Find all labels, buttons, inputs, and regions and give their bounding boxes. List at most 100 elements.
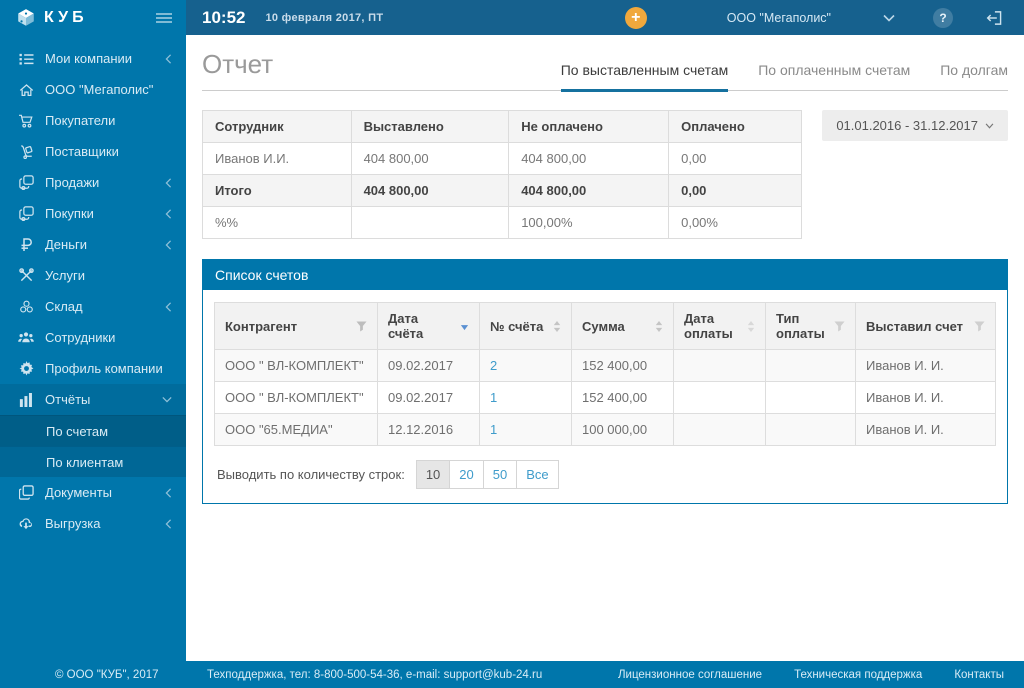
rows-option-10[interactable]: 10 — [415, 460, 451, 489]
sort-icon[interactable] — [547, 320, 561, 332]
invoice-row: ООО "65.МЕДИА" 12.12.2016 1 100 000,00 И… — [214, 413, 996, 446]
cell — [350, 206, 510, 239]
chevron-down-icon[interactable] — [883, 14, 895, 22]
add-button[interactable]: + — [624, 6, 647, 29]
chevron-left-icon — [165, 518, 172, 529]
sidebar-item-company-home[interactable]: ООО "Мегаполис" — [0, 74, 186, 105]
list-icon — [16, 52, 36, 66]
sidebar-item-services[interactable]: Услуги — [0, 260, 186, 291]
cell: 404 800,00 — [508, 174, 670, 207]
chevron-down-icon — [162, 396, 172, 403]
company-selector[interactable]: ООО "Мегаполис" — [727, 11, 831, 25]
app-window: КУБ Мои компании ООО "Мегаполис" Покупат… — [0, 0, 1024, 688]
cell: 100,00% — [508, 206, 670, 239]
main-content: Отчет По выставленным счетам По оплаченн… — [186, 35, 1024, 661]
sidebar-item-label: Документы — [45, 485, 113, 500]
summary-section: Сотрудник Выставлено Не оплачено Оплачен… — [202, 110, 1008, 239]
rows-option-20[interactable]: 20 — [449, 460, 484, 489]
col-header-invoice-number[interactable]: № счёта — [479, 302, 572, 350]
contractor-cell: ООО " ВЛ-КОМПЛЕКТ" — [214, 349, 378, 382]
issuer-cell: Иванов И. И. — [855, 349, 996, 382]
sum-cell: 152 400,00 — [571, 381, 674, 414]
pay-type-cell — [765, 349, 856, 382]
cell: 0,00 — [668, 174, 802, 207]
license-agreement-link[interactable]: Лицензионное соглашение — [618, 669, 762, 681]
sidebar-item-my-companies[interactable]: Мои компании — [0, 43, 186, 74]
hamburger-icon[interactable] — [156, 12, 172, 23]
logout-icon[interactable] — [985, 10, 1002, 26]
sidebar-item-label: Покупатели — [45, 113, 116, 128]
filter-icon[interactable] — [350, 320, 367, 332]
rows-option-50[interactable]: 50 — [482, 460, 518, 489]
sidebar-item-label: Покупки — [45, 206, 94, 221]
cell: Иванов И.И. — [202, 142, 352, 175]
support-text: Техподдержка, тел: 8-800-500-54-36, e-ma… — [207, 668, 543, 681]
tab-issued-invoices[interactable]: По выставленным счетам — [560, 62, 729, 92]
sidebar-item-label: Услуги — [45, 268, 85, 283]
sidebar-item-purchases[interactable]: Покупки — [0, 198, 186, 229]
col-header-employee: Сотрудник — [202, 110, 352, 143]
col-header-label: Сумма — [582, 318, 625, 334]
help-icon[interactable]: ? — [933, 7, 953, 28]
sidebar-item-employees[interactable]: Сотрудники — [0, 322, 186, 353]
invoice-number-link[interactable]: 1 — [490, 422, 497, 437]
sidebar-item-label: Поставщики — [45, 144, 119, 159]
invoice-number-link[interactable]: 2 — [490, 358, 497, 373]
sidebar-subitem-label: По клиентам — [46, 454, 124, 470]
rows-per-page-options: 10 20 50 Все — [415, 460, 559, 489]
sidebar-item-money[interactable]: Деньги — [0, 229, 186, 260]
cell: 404 800,00 — [508, 142, 670, 175]
rows-option-all[interactable]: Все — [516, 460, 559, 489]
col-header-invoice-date[interactable]: Дата счёта — [377, 302, 480, 350]
invoice-number-cell: 1 — [479, 381, 572, 414]
invoice-number-link[interactable]: 1 — [490, 390, 497, 405]
sidebar-item-sales[interactable]: Продажи — [0, 167, 186, 198]
col-header-contractor[interactable]: Контрагент — [214, 302, 378, 350]
tab-paid-invoices[interactable]: По оплаченным счетам — [758, 62, 910, 90]
filter-icon[interactable] — [968, 320, 985, 332]
sidebar-subitem-by-clients[interactable]: По клиентам — [0, 446, 186, 477]
col-header-pay-type[interactable]: Тип оплаты — [765, 302, 856, 350]
sidebar-subitem-by-invoices[interactable]: По счетам — [0, 415, 186, 446]
sidebar-item-reports[interactable]: Отчёты — [0, 384, 186, 415]
sort-desc-icon[interactable] — [454, 322, 469, 331]
col-header-unpaid: Не оплачено — [508, 110, 670, 143]
sidebar-item-suppliers[interactable]: Поставщики — [0, 136, 186, 167]
sidebar-item-warehouse[interactable]: Склад — [0, 291, 186, 322]
tab-debts[interactable]: По долгам — [940, 62, 1008, 90]
sort-icon[interactable] — [741, 320, 755, 332]
invoice-list-panel: Список счетов Контрагент Дата счёта № сч… — [202, 259, 1008, 504]
col-header-label: Дата счёта — [388, 311, 424, 341]
home-icon — [16, 83, 36, 97]
tech-support-link[interactable]: Техническая поддержка — [794, 669, 922, 681]
purchases-icon — [16, 206, 36, 221]
topbar: 10:52 10 февраля 2017, ПТ + ООО "Мегапол… — [186, 0, 1024, 35]
warehouse-icon — [16, 300, 36, 313]
chevron-left-icon — [165, 301, 172, 312]
sidebar-subitem-label: По счетам — [46, 423, 109, 439]
summary-row-total: Итого 404 800,00 404 800,00 0,00 — [202, 174, 802, 207]
col-header-label: Дата оплаты — [684, 311, 733, 341]
sidebar-item-export[interactable]: Выгрузка — [0, 508, 186, 539]
col-header-sum[interactable]: Сумма — [571, 302, 674, 350]
filter-icon[interactable] — [828, 320, 845, 332]
chevron-left-icon — [165, 208, 172, 219]
pay-date-cell — [673, 413, 766, 446]
report-tabs: По выставленным счетам По оплаченным сче… — [560, 62, 1008, 92]
sidebar-item-documents[interactable]: Документы — [0, 477, 186, 508]
footer: © ООО "КУБ", 2017 Техподдержка, тел: 8-8… — [0, 661, 1024, 688]
sidebar-item-label: Отчёты — [45, 392, 91, 407]
date-range-selector[interactable]: 01.01.2016 - 31.12.2017 — [822, 110, 1008, 141]
sort-icon[interactable] — [649, 320, 663, 332]
rows-per-page-label: Выводить по количеству строк: — [217, 467, 405, 482]
sidebar-item-buyers[interactable]: Покупатели — [0, 105, 186, 136]
reports-icon — [16, 392, 36, 407]
sidebar-item-company-profile[interactable]: Профиль компании — [0, 353, 186, 384]
contacts-link[interactable]: Контакты — [954, 669, 1004, 681]
footer-links: Лицензионное соглашение Техническая подд… — [618, 669, 1004, 681]
col-header-issuer[interactable]: Выставил счет — [855, 302, 996, 350]
sidebar-item-label: Выгрузка — [45, 516, 101, 531]
logo-row: КУБ — [0, 0, 186, 35]
sidebar-item-label: Продажи — [45, 175, 100, 190]
col-header-pay-date[interactable]: Дата оплаты — [673, 302, 766, 350]
